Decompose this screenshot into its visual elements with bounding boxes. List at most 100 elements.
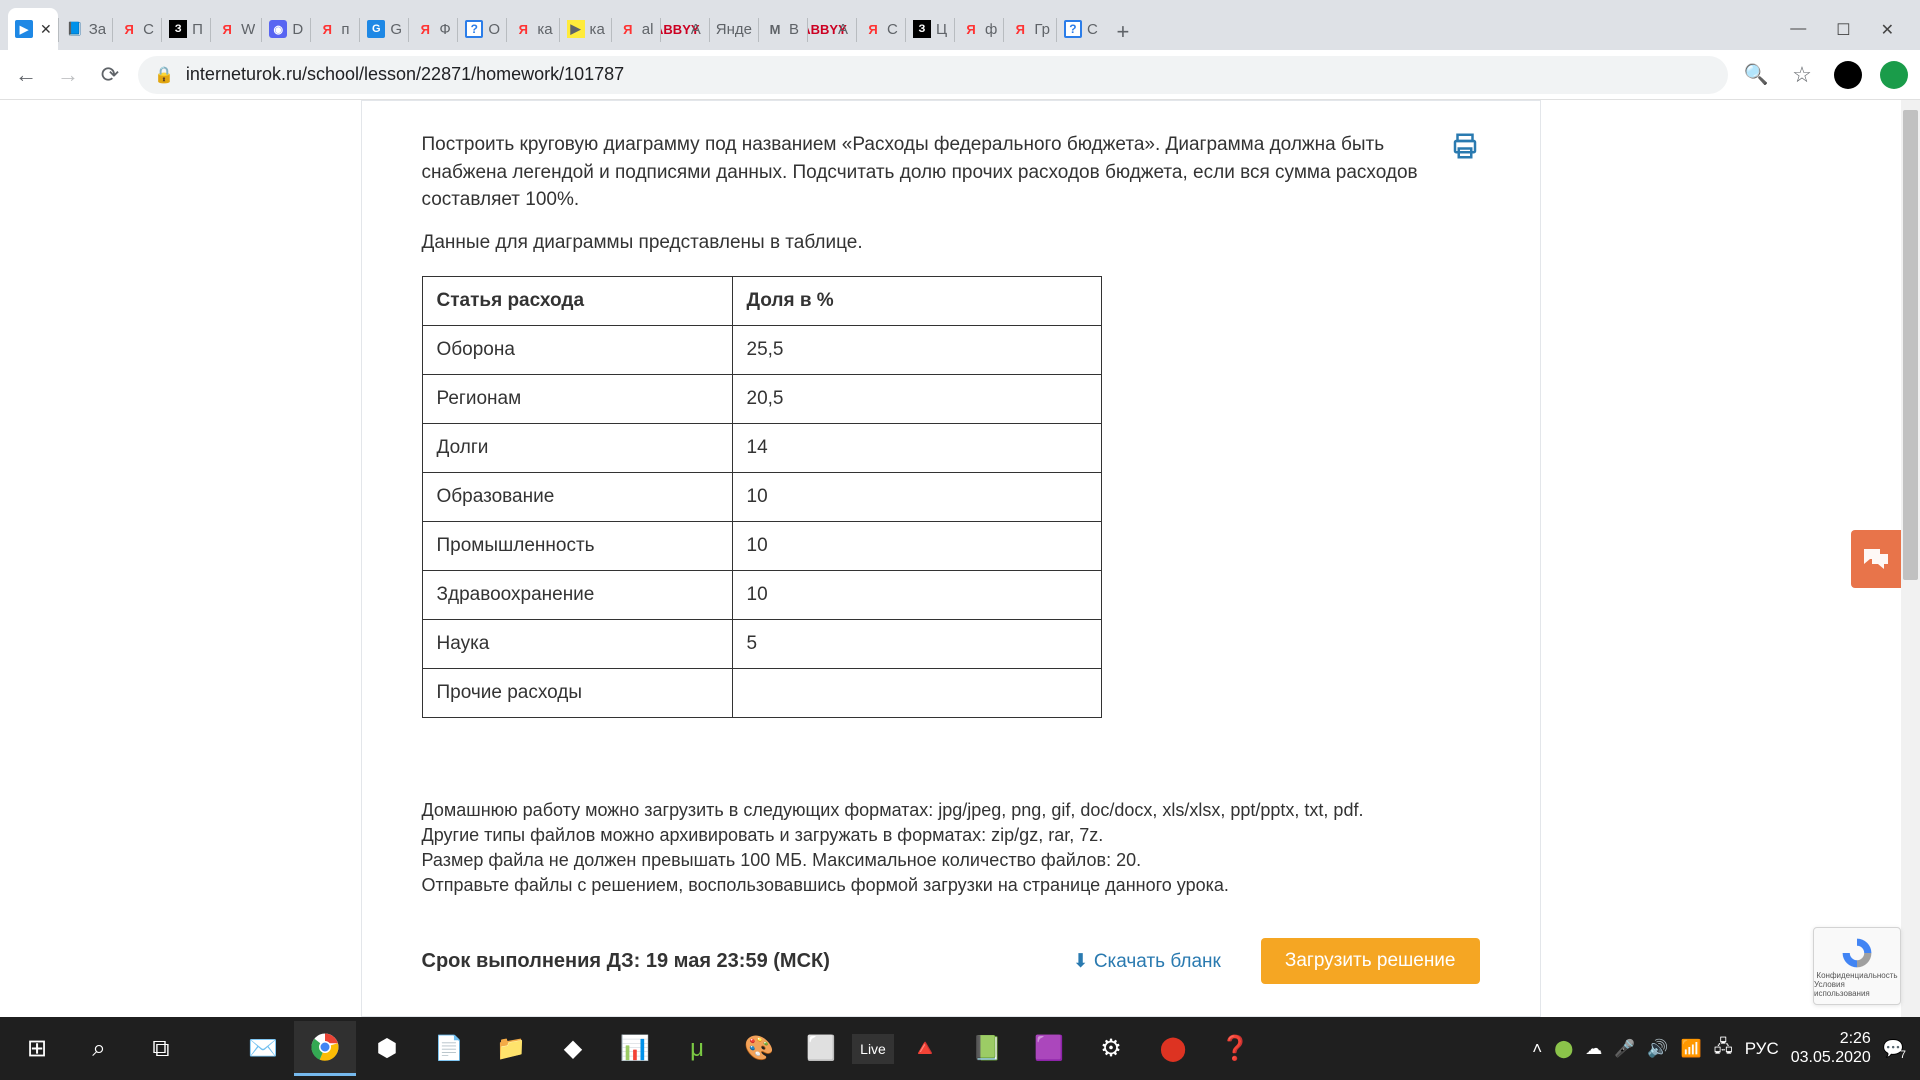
forward-button[interactable]: → [54,61,82,89]
close-button[interactable]: ✕ [1881,20,1894,40]
help-icon[interactable]: ❓ [1204,1021,1266,1076]
browser-tab[interactable]: ЗП [162,8,210,50]
table-header: Статья расхода [422,276,732,325]
wifi-icon[interactable]: 📶 [1681,1039,1702,1059]
browser-tab[interactable]: Яка [507,8,558,50]
page-viewport: Построить круговую диаграмму под названи… [0,100,1901,1017]
windows-taskbar: ⊞ ⌕ ⧉ ✉️ ⬢ 📄 📁 ◆ 📊 μ 🎨 ⬜ Live 🔺 📗 🟪 ⚙ ⬤ … [0,1017,1920,1080]
google-translate-icon: G [366,19,386,39]
browser-tab[interactable]: ▶ка [560,8,611,50]
volume-icon[interactable]: 🔊 [1647,1039,1668,1059]
download-icon: ⬇ [1073,951,1089,972]
notifications-icon[interactable]: 💬7 [1883,1039,1904,1059]
extension-icon[interactable] [1880,61,1908,89]
browser-tab[interactable]: Яф [955,8,1003,50]
table-row: Долги14 [422,423,1101,472]
yandex-icon: Я [415,19,435,39]
close-icon[interactable]: ✕ [40,21,52,38]
maximize-button[interactable]: ☐ [1836,20,1850,40]
onedrive-icon[interactable]: ☁ [1585,1039,1602,1059]
paint-icon[interactable]: 🎨 [728,1021,790,1076]
browser-tab[interactable]: Яal [612,8,660,50]
microphone-icon[interactable]: 🎤 [1614,1039,1635,1059]
task-subtext: Данные для диаграммы представлены в табл… [422,232,1480,254]
reload-button[interactable]: ⟳ [96,61,124,89]
browser-tab[interactable]: ЯС [857,8,905,50]
download-blank-link[interactable]: ⬇ Скачать бланк [1073,950,1221,973]
powerpoint-icon[interactable]: 📊 [604,1021,666,1076]
zoom-icon[interactable]: 🔍 [1742,61,1770,89]
vertical-scrollbar[interactable] [1901,100,1920,1017]
browser-tab[interactable]: ▶ ✕ [8,8,58,50]
app-icon[interactable]: ⬤ [1142,1021,1204,1076]
bookmark-star-icon[interactable]: ☆ [1788,61,1816,89]
table-header: Доля в % [732,276,1101,325]
tray-icon[interactable]: ⬤ [1554,1039,1573,1059]
browser-tab[interactable]: GG [360,8,408,50]
browser-tab[interactable]: ЯГр [1004,8,1056,50]
browser-tab[interactable]: ЯФ [409,8,457,50]
yandex-icon: Я [217,19,237,39]
abbyy-icon: ABBYY [814,19,834,39]
homework-footer: Срок выполнения ДЗ: 19 мая 23:59 (МСК) ⬇… [362,938,1540,984]
scrollbar-thumb[interactable] [1903,110,1918,580]
browser-tab[interactable]: ?О [458,8,506,50]
tab-title: Ф [439,21,450,38]
task-view-button[interactable]: ⧉ [130,1021,192,1076]
dropbox-icon[interactable]: ⬢ [356,1021,418,1076]
app-icon[interactable]: 🟪 [1018,1021,1080,1076]
browser-tab[interactable]: ABBYYА [661,8,709,50]
upload-solution-button[interactable]: Загрузить решение [1261,938,1480,984]
browser-tab[interactable]: Яп [311,8,359,50]
new-tab-button[interactable]: + [1105,14,1141,50]
excel-icon[interactable]: 📗 [956,1021,1018,1076]
minimize-button[interactable]: — [1790,20,1806,40]
utorrent-icon[interactable]: μ [666,1021,728,1076]
deadline-text: Срок выполнения ДЗ: 19 мая 23:59 (МСК) [422,950,830,973]
settings-icon[interactable]: ⚙ [1080,1021,1142,1076]
browser-tab[interactable]: ABBYYА [808,8,856,50]
browser-tab[interactable]: ЯW [211,8,261,50]
yandex-icon: Я [961,19,981,39]
chrome-app-icon[interactable] [294,1021,356,1076]
browser-tab-strip: ▶ ✕ 📘За ЯС ЗП ЯW ◉D Яп GG ЯФ ?О Яка ▶ка … [0,0,1920,50]
budget-table: Статья расхода Доля в % Оборона25,5 Реги… [422,276,1102,718]
browser-tab[interactable]: 📘За [59,8,112,50]
address-bar[interactable]: 🔒 interneturok.ru/school/lesson/22871/ho… [138,56,1728,94]
browser-toolbar: ← → ⟳ 🔒 interneturok.ru/school/lesson/22… [0,50,1920,100]
tab-title: al [642,21,654,38]
profile-avatar[interactable] [1834,61,1862,89]
tab-title: ка [590,21,605,38]
play-icon: ▶ [566,19,586,39]
table-row: Промышленность10 [422,521,1101,570]
tab-title: А [691,21,701,38]
recaptcha-badge[interactable]: Конфиденциальность Условия использования [1813,927,1901,1005]
app-icon[interactable]: 🔺 [894,1021,956,1076]
language-indicator[interactable]: РУС [1745,1039,1779,1059]
app-icon[interactable]: ⬜ [790,1021,852,1076]
live-icon[interactable]: Live [852,1034,894,1064]
tab-title: С [887,21,898,38]
browser-tab[interactable]: ?С [1057,8,1105,50]
window-controls: — ☐ ✕ [1790,20,1912,50]
tray-chevron-icon[interactable]: ˄ [1532,1039,1542,1059]
browser-tab[interactable]: ◉D [262,8,310,50]
explorer-icon[interactable]: 📁 [480,1021,542,1076]
chat-button[interactable] [1851,530,1901,588]
word-icon[interactable]: 📄 [418,1021,480,1076]
mail-app-icon[interactable]: ✉️ [232,1021,294,1076]
browser-tab[interactable]: ЯС [113,8,161,50]
table-row: Регионам20,5 [422,374,1101,423]
app-icon[interactable]: ◆ [542,1021,604,1076]
start-button[interactable]: ⊞ [6,1021,68,1076]
tab-title: П [192,21,203,38]
browser-tab[interactable]: MВ [759,8,807,50]
network-icon[interactable]: 🖧 [1714,1034,1733,1063]
system-tray: ˄ ⬤ ☁ 🎤 🔊 📶 🖧 РУС 2:26 03.05.2020 💬7 [1532,1030,1914,1067]
clock[interactable]: 2:26 03.05.2020 [1791,1030,1871,1067]
back-button[interactable]: ← [12,61,40,89]
browser-tab[interactable]: Янде [710,8,758,50]
search-button[interactable]: ⌕ [68,1021,130,1076]
browser-tab[interactable]: ЗЦ [906,8,954,50]
print-button[interactable] [1450,131,1480,161]
